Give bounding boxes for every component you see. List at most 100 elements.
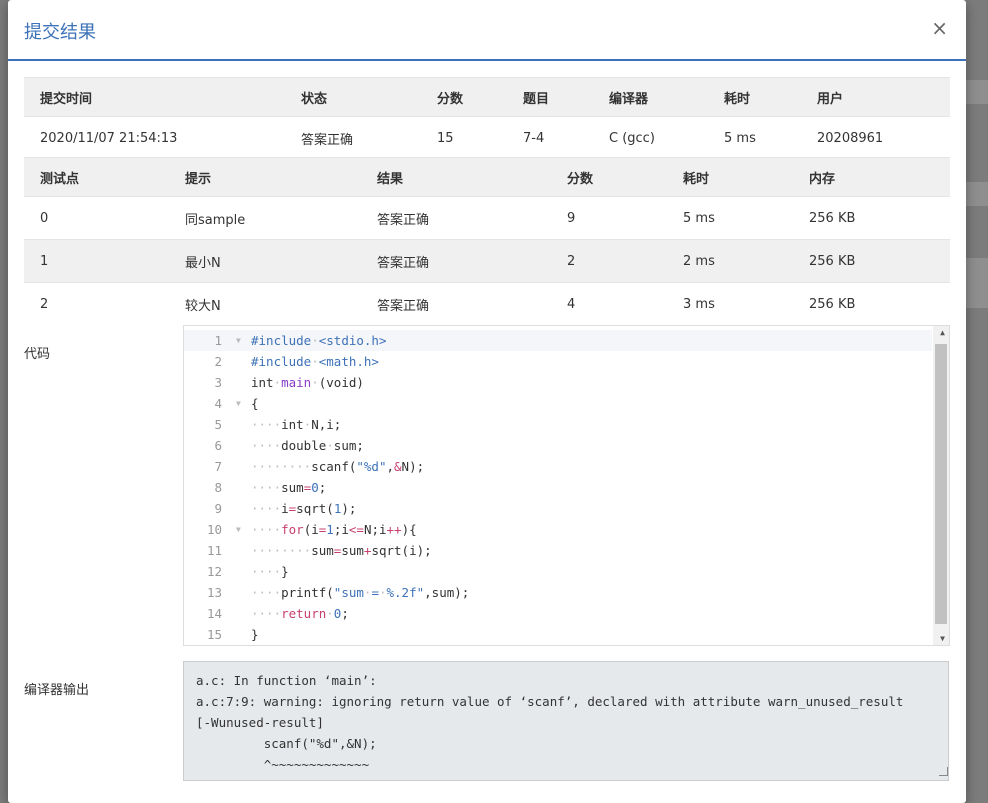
testcase-memory: 256 KB: [793, 239, 950, 283]
code-line: 14 ····return·0;: [184, 603, 932, 624]
testcase-result: 答案正确: [361, 282, 551, 325]
modal-header: 提交结果 ×: [8, 0, 966, 61]
header-problem: 题目: [507, 77, 593, 117]
fold-arrow-icon[interactable]: ▼: [236, 393, 241, 414]
testcase-result: 答案正确: [361, 239, 551, 283]
code-line: 5 ····int·N,i;: [184, 414, 932, 435]
backdrop-strip: [966, 258, 988, 308]
testcase-score: 4: [551, 282, 667, 325]
code-line: 10 ▼ ····for(i=1;i<=N;i++){: [184, 519, 932, 540]
table-row: 2 较大N 答案正确 4 3 ms 256 KB: [24, 282, 950, 325]
header-case-score: 分数: [551, 157, 667, 197]
total-duration: 5 ms: [708, 116, 801, 159]
table-row: 1 最小N 答案正确 2 2 ms 256 KB: [24, 239, 950, 283]
line-number: 13: [206, 585, 222, 600]
testcase-header-row: 测试点 提示 结果 分数 耗时 内存: [24, 157, 950, 197]
code-text: #include·<math.h>: [251, 354, 379, 369]
header-status: 状态: [285, 77, 421, 117]
close-button[interactable]: ×: [931, 17, 948, 39]
scroll-down-icon[interactable]: ▼: [940, 634, 945, 643]
backdrop-strip: [966, 80, 988, 104]
testcase-time: 3 ms: [667, 282, 793, 325]
code-text: ····}: [251, 564, 289, 579]
compiler-output-label: 编译器输出: [24, 683, 90, 698]
header-duration: 耗时: [708, 77, 801, 117]
line-number: 2: [214, 354, 222, 369]
code-text: int·main·(void): [251, 375, 364, 390]
code-text: ····int·N,i;: [251, 417, 342, 432]
line-number: 10: [206, 522, 222, 537]
code-line: 6 ····double·sum;: [184, 435, 932, 456]
modal-title: 提交结果: [24, 22, 96, 43]
resize-handle-icon[interactable]: [939, 767, 948, 776]
line-number: 12: [206, 564, 222, 579]
header-testcase: 测试点: [24, 157, 169, 197]
code-line: 8 ····sum=0;: [184, 477, 932, 498]
backdrop-strip: [966, 182, 988, 206]
summary-header-row: 提交时间 状态 分数 题目 编译器 耗时 用户: [24, 77, 950, 117]
line-number: 1: [214, 333, 222, 348]
code-label: 代码: [24, 347, 51, 362]
testcase-time: 5 ms: [667, 196, 793, 240]
summary-table: 提交时间 状态 分数 题目 编译器 耗时 用户 2020/11/07 21:54…: [24, 77, 950, 159]
testcase-memory: 256 KB: [793, 282, 950, 325]
testcase-score: 9: [551, 196, 667, 240]
line-number: 6: [214, 438, 222, 453]
line-number: 11: [206, 543, 222, 558]
compiler-name: C (gcc): [593, 116, 708, 159]
header-memory: 内存: [793, 157, 950, 197]
submit-time: 2020/11/07 21:54:13: [24, 116, 285, 159]
code-text: }: [251, 627, 259, 642]
code-line: 4 ▼ {: [184, 393, 932, 414]
testcase-time: 2 ms: [667, 239, 793, 283]
code-text: ····return·0;: [251, 606, 349, 621]
testcase-id: 2: [24, 282, 169, 325]
code-line: 3 int·main·(void): [184, 372, 932, 393]
code-text: ····for(i=1;i<=N;i++){: [251, 522, 417, 537]
line-number: 14: [206, 606, 222, 621]
scrollbar-thumb[interactable]: [935, 344, 947, 624]
header-score: 分数: [421, 77, 507, 117]
status-badge: 答案正确: [285, 116, 421, 159]
summary-row: 2020/11/07 21:54:13 答案正确 15 7-4 C (gcc) …: [24, 116, 950, 159]
header-case-time: 耗时: [667, 157, 793, 197]
code-line: 9 ····i=sqrt(1);: [184, 498, 932, 519]
code-text: ····i=sqrt(1);: [251, 501, 357, 516]
testcase-hint: 较大N: [169, 282, 361, 325]
line-number: 15: [206, 627, 222, 642]
fold-arrow-icon[interactable]: ▼: [236, 519, 241, 540]
testcase-hint: 同sample: [169, 196, 361, 240]
fold-arrow-icon[interactable]: ▼: [236, 330, 241, 351]
code-editor[interactable]: 1 ▼ #include·<stdio.h> 2 #include·<math.…: [183, 325, 950, 646]
code-text: #include·<stdio.h>: [251, 333, 387, 348]
testcase-memory: 256 KB: [793, 196, 950, 240]
problem-link[interactable]: 7-4: [507, 116, 593, 159]
testcase-hint: 最小N: [169, 239, 361, 283]
compiler-output-textarea[interactable]: a.c: In function ‘main’: a.c:7:9: warnin…: [183, 661, 949, 781]
line-number: 8: [214, 480, 222, 495]
code-line: 11 ········sum=sum+sqrt(i);: [184, 540, 932, 561]
user-id: 20208961: [801, 116, 950, 159]
code-line: 15 }: [184, 624, 932, 645]
line-number: 9: [214, 501, 222, 516]
code-line: 2 #include·<math.h>: [184, 351, 932, 372]
testcase-id: 0: [24, 196, 169, 240]
code-text: ········scanf("%d",&N);: [251, 459, 425, 474]
header-result: 结果: [361, 157, 551, 197]
table-row: 0 同sample 答案正确 9 5 ms 256 KB: [24, 196, 950, 240]
code-line: 12 ····}: [184, 561, 932, 582]
code-text: ····sum=0;: [251, 480, 327, 495]
line-number: 3: [214, 375, 222, 390]
testcase-id: 1: [24, 239, 169, 283]
header-compiler: 编译器: [593, 77, 708, 117]
testcase-table: 测试点 提示 结果 分数 耗时 内存 0 同sample 答案正确 9 5 ms…: [24, 157, 950, 325]
testcase-result: 答案正确: [361, 196, 551, 240]
line-number: 4: [214, 396, 222, 411]
editor-scrollbar[interactable]: ▲ ▼: [933, 326, 949, 645]
scroll-up-icon[interactable]: ▲: [940, 328, 945, 337]
header-submit-time: 提交时间: [24, 77, 285, 117]
code-line: 7 ········scanf("%d",&N);: [184, 456, 932, 477]
line-number: 7: [214, 459, 222, 474]
line-number: 5: [214, 417, 222, 432]
header-user: 用户: [801, 77, 950, 117]
